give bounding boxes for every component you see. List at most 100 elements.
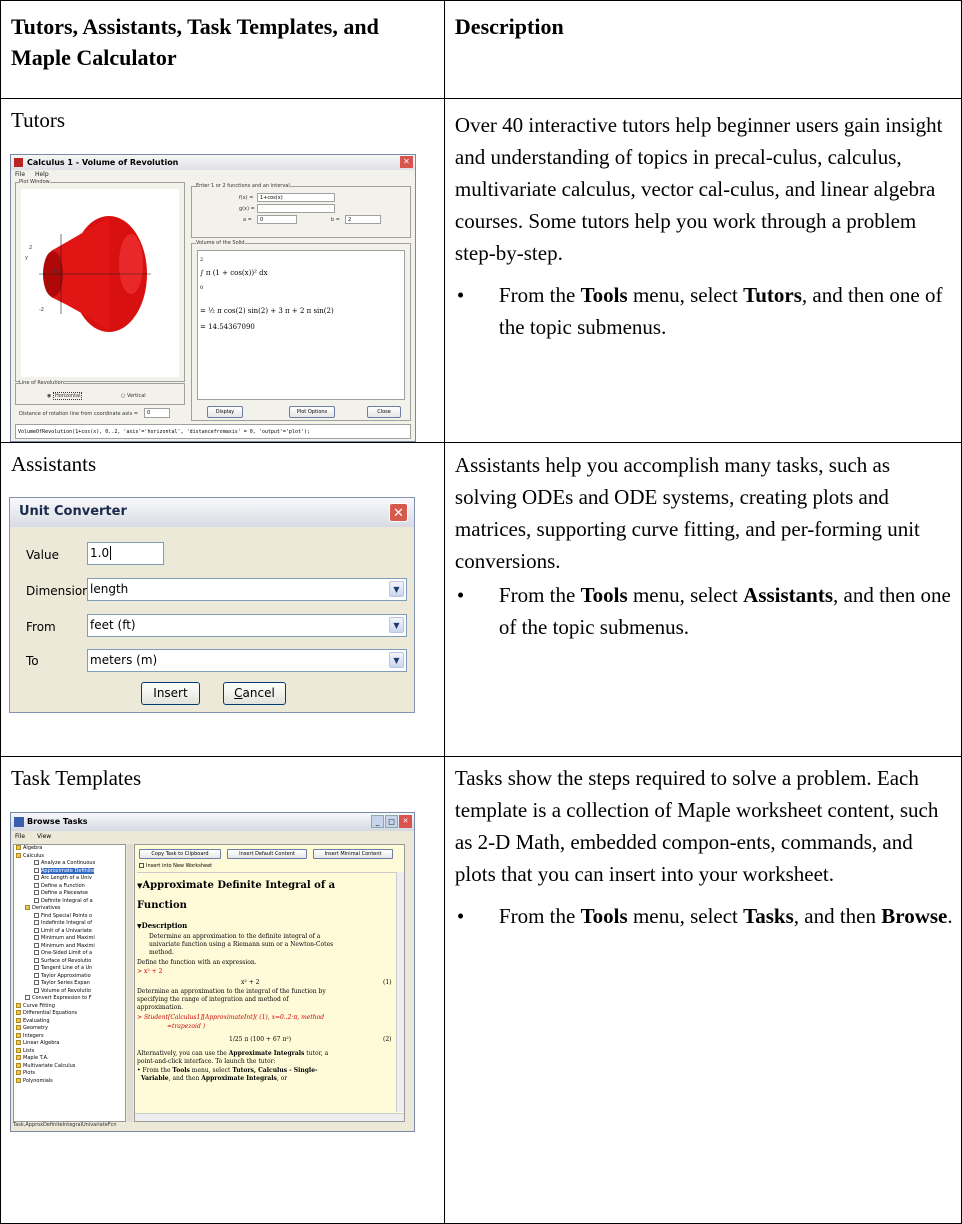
functions-label: Enter 1 or 2 functions and an interval xyxy=(196,183,290,189)
display-button[interactable]: Display xyxy=(207,406,243,418)
tree-item[interactable]: Volume of Revolutio xyxy=(14,987,125,996)
f-input[interactable]: 1+cos(x) xyxy=(257,193,335,202)
tree-item[interactable]: Multivariate Calculus xyxy=(14,1062,125,1071)
tree-item[interactable]: Maple T.A. xyxy=(14,1055,125,1063)
task-tree[interactable]: Algebra Calculus Analyze a Continuous Appro… xyxy=(13,844,126,1122)
close-icon[interactable]: ✕ xyxy=(389,503,408,522)
folder-icon xyxy=(16,1070,21,1075)
menu-file[interactable]: File xyxy=(15,171,25,178)
tree-item[interactable]: Minimum and Maximi xyxy=(14,935,125,943)
input-prompt-2[interactable]: > Student[Calculus1][ApproximateInt]( (1… xyxy=(137,1014,324,1021)
assistants-description-cell: Assistants help you accomplish many task… xyxy=(443,442,962,757)
tree-item[interactable]: Approximate Definite xyxy=(14,867,125,876)
table-row: Task Templates Browse Tasks _ □ ✕ File V… xyxy=(0,756,962,1224)
close-button[interactable]: Close xyxy=(367,406,401,418)
plot-canvas[interactable]: 2 y 0 -2 x xyxy=(21,189,179,377)
content-scrollbar[interactable] xyxy=(396,872,404,1112)
tree-item[interactable]: Derivatives xyxy=(14,905,125,913)
task-page-icon xyxy=(34,860,39,865)
chevron-down-icon[interactable]: ▼ xyxy=(389,617,404,633)
input-prompt-1[interactable]: > x² + 2 xyxy=(137,968,162,975)
browse-tasks-title: Browse Tasks xyxy=(27,817,88,826)
content-hscrollbar[interactable] xyxy=(135,1113,404,1121)
dimension-select[interactable]: length ▼ xyxy=(87,578,407,601)
tree-item[interactable]: Lists xyxy=(14,1047,125,1056)
horizontal-label: Horizontal xyxy=(52,392,83,400)
horizontal-radio[interactable]: ◉ Horizontal xyxy=(47,392,83,400)
task-page-icon xyxy=(34,957,39,963)
a-input[interactable]: 0 xyxy=(257,215,297,224)
bullet-bold-tutors: Tutors xyxy=(743,283,802,307)
tree-item[interactable]: Surface of Revolutio xyxy=(14,957,125,966)
chevron-down-icon[interactable]: ▼ xyxy=(389,581,404,597)
vertical-radio[interactable]: ○ Vertical xyxy=(121,393,146,399)
insert-minimal-button[interactable]: Insert Minimal Content xyxy=(313,849,393,859)
insert-new-worksheet-checkbox[interactable]: Insert into New Worksheet xyxy=(139,863,212,869)
tree-item[interactable]: Linear Algebra xyxy=(14,1040,125,1048)
tree-item[interactable]: Curve Fitting xyxy=(14,1002,125,1011)
maximize-icon[interactable]: □ xyxy=(385,815,398,828)
bullet-text-part: . xyxy=(947,904,953,928)
tree-item[interactable]: Definite Integral of a xyxy=(14,897,125,906)
distance-field[interactable]: 0 xyxy=(144,408,170,418)
tree-item[interactable]: Differential Equations xyxy=(14,1010,125,1018)
g-input[interactable] xyxy=(257,204,335,213)
tree-item[interactable]: Analyze a Continuous xyxy=(14,860,125,868)
header-row: Tutors, Assistants, Task Templates, and … xyxy=(0,0,962,99)
tree-item[interactable]: Integers xyxy=(14,1032,125,1041)
tree-item[interactable]: One-Sided Limit of a xyxy=(14,950,125,958)
tree-item[interactable]: Calculus xyxy=(14,852,125,861)
insert-button[interactable]: Insert xyxy=(141,682,200,705)
axis-label-0: 0 xyxy=(54,269,58,275)
line-of-revolution-frame xyxy=(15,383,185,405)
insert-default-button[interactable]: Insert Default Content xyxy=(227,849,307,859)
tree-item[interactable]: Taylor Approximatio xyxy=(14,972,125,981)
tree-item[interactable]: Polynomials xyxy=(14,1077,125,1086)
tree-item[interactable]: Plots xyxy=(14,1070,125,1078)
chevron-down-icon[interactable]: ▼ xyxy=(389,652,404,668)
close-icon[interactable]: ✕ xyxy=(399,815,412,828)
value-input[interactable]: 1.0 xyxy=(87,542,164,565)
tree-item-label: Polynomials xyxy=(23,1077,53,1084)
tree-item-label: Tangent Line of a Un xyxy=(41,965,93,971)
menu-help[interactable]: Help xyxy=(35,171,49,178)
plot-options-button[interactable]: Plot Options xyxy=(289,406,335,418)
tree-item-label: Volume of Revolutio xyxy=(41,987,91,994)
volume-of-revolution-plot xyxy=(39,216,151,332)
assistants-title: Assistants xyxy=(11,452,97,476)
tutor-titlebar: Calculus 1 - Volume of Revolution ✕ xyxy=(11,155,415,170)
tree-item[interactable]: Define a Piecewise xyxy=(14,890,125,898)
integral-expression: ∫ π (1 + cos(x))² dx xyxy=(200,269,268,277)
tree-item[interactable]: Define a Function xyxy=(14,882,125,891)
tree-item[interactable]: Arc Length of a Univ xyxy=(14,875,125,883)
equation-label-1: (1) xyxy=(383,979,392,986)
volume-label: Volume of the Solid xyxy=(196,240,245,246)
desc-line-3: method. xyxy=(149,949,174,956)
tree-item[interactable]: Find Special Points o xyxy=(14,912,125,921)
cancel-button[interactable]: Cancel xyxy=(223,682,286,705)
command-box[interactable]: VolumeOfRevolution(1+cos(x), 0..2, 'axis… xyxy=(15,424,411,439)
minimize-icon[interactable]: _ xyxy=(371,815,384,828)
task-templates-bullet-text: From the Tools menu, select Tasks, and t… xyxy=(499,900,955,932)
from-tools-line-2: Variable, and then Approximate Integrals… xyxy=(141,1075,287,1082)
tree-item[interactable]: Evaluating xyxy=(14,1017,125,1026)
close-icon[interactable]: ✕ xyxy=(400,156,413,168)
to-select[interactable]: meters (m) ▼ xyxy=(87,649,407,672)
task-heading: ▼Approximate Definite Integral of a Func… xyxy=(137,876,377,916)
from-select[interactable]: feet (ft) ▼ xyxy=(87,614,407,637)
tree-item[interactable]: Tangent Line of a Un xyxy=(14,965,125,973)
menu-file[interactable]: File xyxy=(15,833,25,840)
tree-item[interactable]: Algebra xyxy=(14,845,125,853)
cancel-mnemonic: C xyxy=(234,686,243,700)
b-input[interactable]: 2 xyxy=(345,215,381,224)
tree-item[interactable]: Taylor Series Expan xyxy=(14,980,125,988)
menu-view[interactable]: View xyxy=(37,833,51,840)
splitter[interactable] xyxy=(127,844,133,1122)
tree-item[interactable]: Minimum and Maximi xyxy=(14,942,125,951)
tree-item[interactable]: Limit of a Univariate xyxy=(14,927,125,936)
tree-item[interactable]: Convert Expression to F xyxy=(14,995,125,1003)
volume-result: = 14.54367090 xyxy=(200,323,255,331)
tree-item[interactable]: Geometry xyxy=(14,1025,125,1033)
copy-task-button[interactable]: Copy Task to Clipboard xyxy=(139,849,221,859)
tree-item[interactable]: Indefinite Integral of xyxy=(14,920,125,928)
